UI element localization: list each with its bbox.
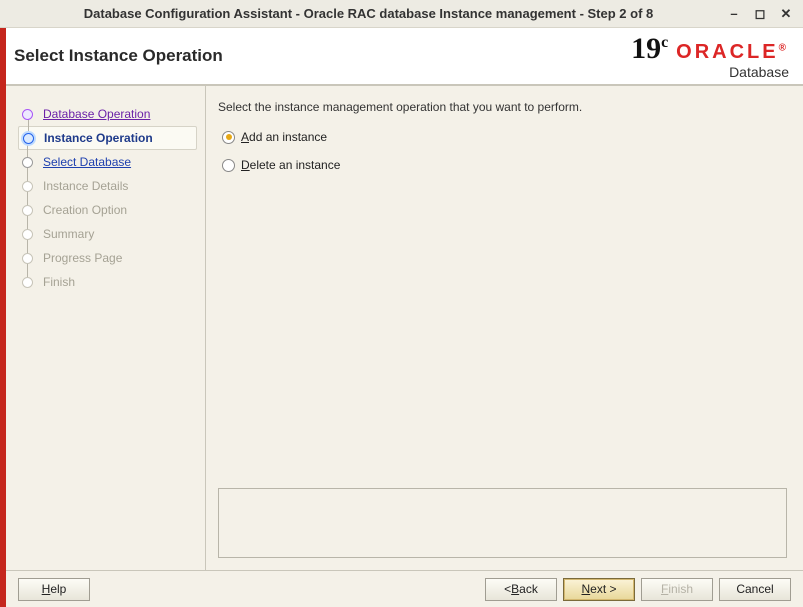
brand-block: 19c ORACLE® Database (631, 32, 789, 80)
step-bullet-icon (23, 133, 34, 144)
step-bullet-icon (22, 109, 33, 120)
wizard-footer: Help < Back Next > Finish Cancel (6, 570, 803, 607)
maximize-icon[interactable]: ◻ (753, 7, 767, 21)
titlebar: Database Configuration Assistant - Oracl… (0, 0, 803, 28)
wizard-step: Finish (18, 270, 197, 294)
step-bullet-icon (22, 205, 33, 216)
wizard-step[interactable]: Select Database (18, 150, 197, 174)
next-button[interactable]: Next > (563, 578, 635, 601)
step-label: Summary (43, 227, 94, 241)
close-icon[interactable]: ✕ (779, 7, 793, 21)
window-title: Database Configuration Assistant - Oracl… (10, 6, 727, 21)
wizard-step: Creation Option (18, 198, 197, 222)
oracle-logo: ORACLE® Database (676, 41, 789, 80)
main-content: Select the instance management operation… (206, 86, 803, 570)
window-controls: – ◻ ✕ (727, 7, 793, 21)
wizard-step: Instance Details (18, 174, 197, 198)
step-label: Database Operation (43, 107, 150, 121)
step-bullet-icon (22, 157, 33, 168)
radio-label: Delete an instance (241, 158, 340, 172)
step-label: Instance Operation (44, 131, 153, 145)
cancel-button[interactable]: Cancel (719, 578, 791, 601)
step-label: Creation Option (43, 203, 127, 217)
step-label: Progress Page (43, 251, 122, 265)
wizard-step[interactable]: Database Operation (18, 102, 197, 126)
radio-label: Add an instance (241, 130, 327, 144)
wizard-step: Summary (18, 222, 197, 246)
step-bullet-icon (22, 253, 33, 264)
help-button[interactable]: Help (18, 578, 90, 601)
back-button[interactable]: < Back (485, 578, 557, 601)
wizard-steps-sidebar: Database Operation Instance Operation Sele… (6, 86, 206, 570)
step-bullet-icon (22, 277, 33, 288)
radio-delete-instance[interactable]: Delete an instance (222, 158, 787, 172)
wizard-header: Select Instance Operation 19c ORACLE® Da… (6, 28, 803, 86)
step-bullet-icon (22, 181, 33, 192)
step-label: Select Database (43, 155, 131, 169)
brand-strip (0, 28, 6, 607)
radio-icon (222, 159, 235, 172)
minimize-icon[interactable]: – (727, 7, 741, 21)
wizard-step: Instance Operation (18, 126, 197, 150)
radio-add-instance[interactable]: Add an instance (222, 130, 787, 144)
step-label: Instance Details (43, 179, 128, 193)
prompt-text: Select the instance management operation… (218, 100, 787, 114)
wizard-step: Progress Page (18, 246, 197, 270)
description-panel (218, 488, 787, 558)
page-title: Select Instance Operation (14, 46, 223, 66)
step-label: Finish (43, 275, 75, 289)
version-logo: 19c (631, 32, 668, 66)
finish-button: Finish (641, 578, 713, 601)
radio-icon (222, 131, 235, 144)
step-bullet-icon (22, 229, 33, 240)
